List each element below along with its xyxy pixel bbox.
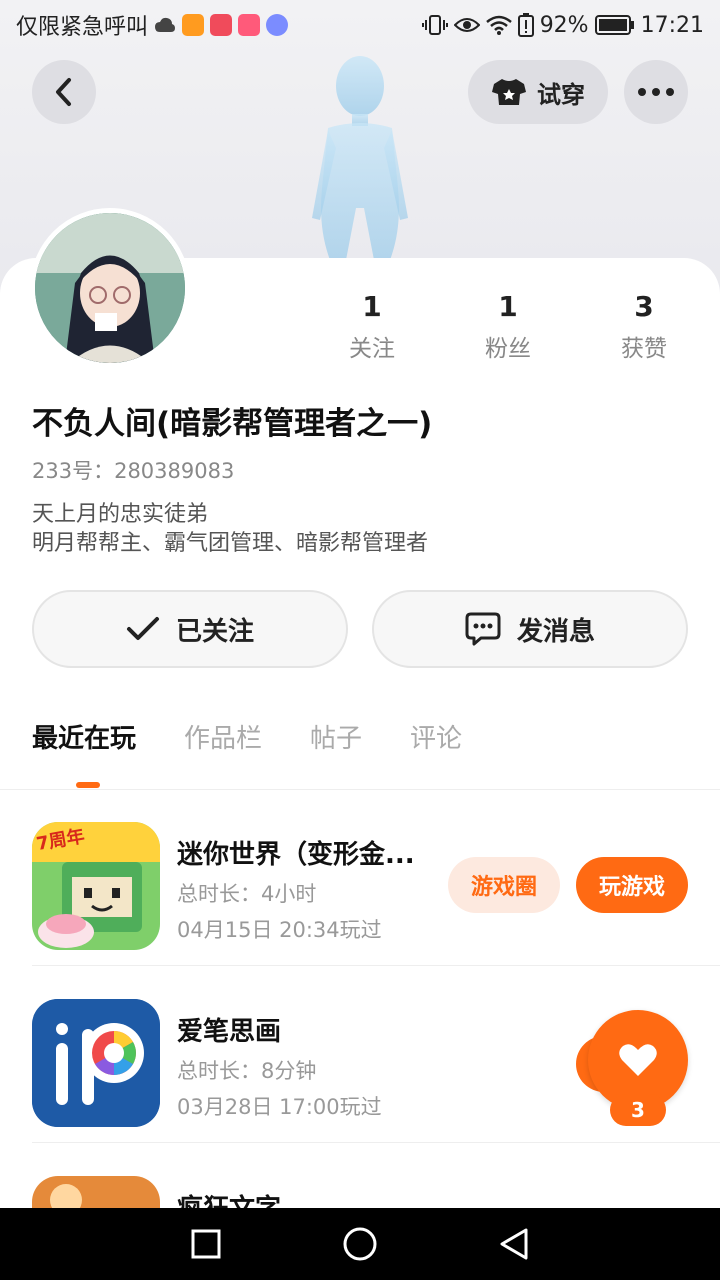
- check-icon: [126, 617, 159, 640]
- active-tab-indicator: [76, 782, 100, 788]
- stat-following-label: 关注: [349, 336, 395, 362]
- like-count-badge: 3: [610, 1094, 666, 1126]
- battery-percent: 92%: [539, 12, 589, 38]
- play-game-button[interactable]: 玩游戏: [576, 857, 688, 913]
- eye-icon: [453, 18, 480, 32]
- vibrate-icon: [421, 15, 448, 35]
- more-options-button[interactable]: [624, 60, 688, 124]
- tshirt-icon: [492, 79, 526, 105]
- avatar-figure-illustration: [312, 56, 408, 260]
- avatar-image: [35, 213, 185, 363]
- bio-line-2: 明月帮帮主、霸气团管理、暗影帮管理者: [32, 531, 429, 556]
- game-name: 疯狂文字: [177, 1188, 281, 1208]
- stat-following-value: 1: [362, 290, 382, 323]
- game-row[interactable]: 疯狂文字: [32, 1144, 720, 1208]
- system-navigation-bar: [0, 1208, 720, 1280]
- game-icon-crazy-text: [32, 1176, 160, 1208]
- followed-label: 已关注: [175, 616, 254, 647]
- chat-bubble-icon: [465, 612, 501, 646]
- carrier-text: 仅限紧急呼叫: [16, 15, 149, 40]
- recent-apps-icon[interactable]: [190, 1228, 222, 1260]
- bio-line-1: 天上月的忠实徒弟: [32, 502, 209, 527]
- user-avatar[interactable]: [30, 208, 190, 368]
- stat-fans[interactable]: 1 粉丝: [440, 290, 576, 363]
- wifi-icon: [485, 15, 512, 35]
- user-bio: 天上月的忠实徒弟 明月帮帮主、霸气团管理、暗影帮管理者: [32, 500, 428, 558]
- game-icon-ibis-paint: [32, 999, 160, 1127]
- profile-tabs: 最近在玩 作品栏 帖子 评论: [32, 718, 462, 778]
- game-name: 爱笔思画: [177, 1017, 282, 1047]
- video-app-icon: [182, 14, 205, 36]
- store-app-icon: [238, 14, 261, 36]
- try-on-label: 试穿: [537, 80, 585, 109]
- tab-recently-played[interactable]: 最近在玩: [32, 718, 136, 778]
- chevron-left-icon: [56, 78, 71, 106]
- stat-likes-value: 3: [634, 290, 654, 323]
- game-row[interactable]: 7周年 迷你世界（变形金... 总时长：4小时 04月15日 20:34玩过 游…: [32, 790, 720, 966]
- game-duration: 总时长：8分钟: [177, 1059, 317, 1083]
- back-button[interactable]: [32, 60, 96, 124]
- more-dots-icon: [638, 88, 674, 96]
- stat-likes[interactable]: 3 获赞: [576, 290, 712, 363]
- heart-icon: [619, 1044, 657, 1076]
- user-id: 233号：280389083: [32, 459, 235, 483]
- game-circle-button[interactable]: 游戏圈: [448, 857, 560, 913]
- home-icon[interactable]: [342, 1226, 378, 1262]
- tab-posts[interactable]: 帖子: [310, 718, 362, 778]
- profile-stats: 1 关注 1 粉丝 3 获赞: [304, 290, 712, 363]
- game-name: 迷你世界（变形金...: [177, 840, 415, 870]
- huawei-app-icon: [210, 14, 233, 36]
- send-message-label: 发消息: [516, 616, 595, 647]
- battery-alert-icon: [517, 13, 534, 37]
- status-bar: 仅限紧急呼叫 92% 17:21: [0, 0, 720, 50]
- username: 不负人间(暗影帮管理者之一): [32, 406, 433, 442]
- music-app-icon: [266, 14, 289, 36]
- stat-fans-value: 1: [498, 290, 518, 323]
- tab-comments[interactable]: 评论: [410, 718, 462, 778]
- back-triangle-icon[interactable]: [498, 1227, 530, 1261]
- try-on-button[interactable]: 试穿: [468, 60, 608, 124]
- stat-likes-label: 获赞: [621, 336, 667, 362]
- game-duration: 总时长：4小时: [177, 882, 317, 906]
- game-icon-mini-world: 7周年: [32, 822, 160, 950]
- cloud-icon: [155, 17, 176, 32]
- game-last-played: 03月28日 17:00玩过: [177, 1095, 382, 1119]
- battery-icon: [594, 15, 634, 35]
- tab-works[interactable]: 作品栏: [184, 718, 262, 778]
- stat-fans-label: 粉丝: [485, 336, 531, 362]
- followed-button[interactable]: 已关注: [32, 590, 348, 668]
- send-message-button[interactable]: 发消息: [372, 590, 688, 668]
- game-last-played: 04月15日 20:34玩过: [177, 918, 382, 942]
- stat-following[interactable]: 1 关注: [304, 290, 440, 363]
- clock-time: 17:21: [640, 12, 704, 38]
